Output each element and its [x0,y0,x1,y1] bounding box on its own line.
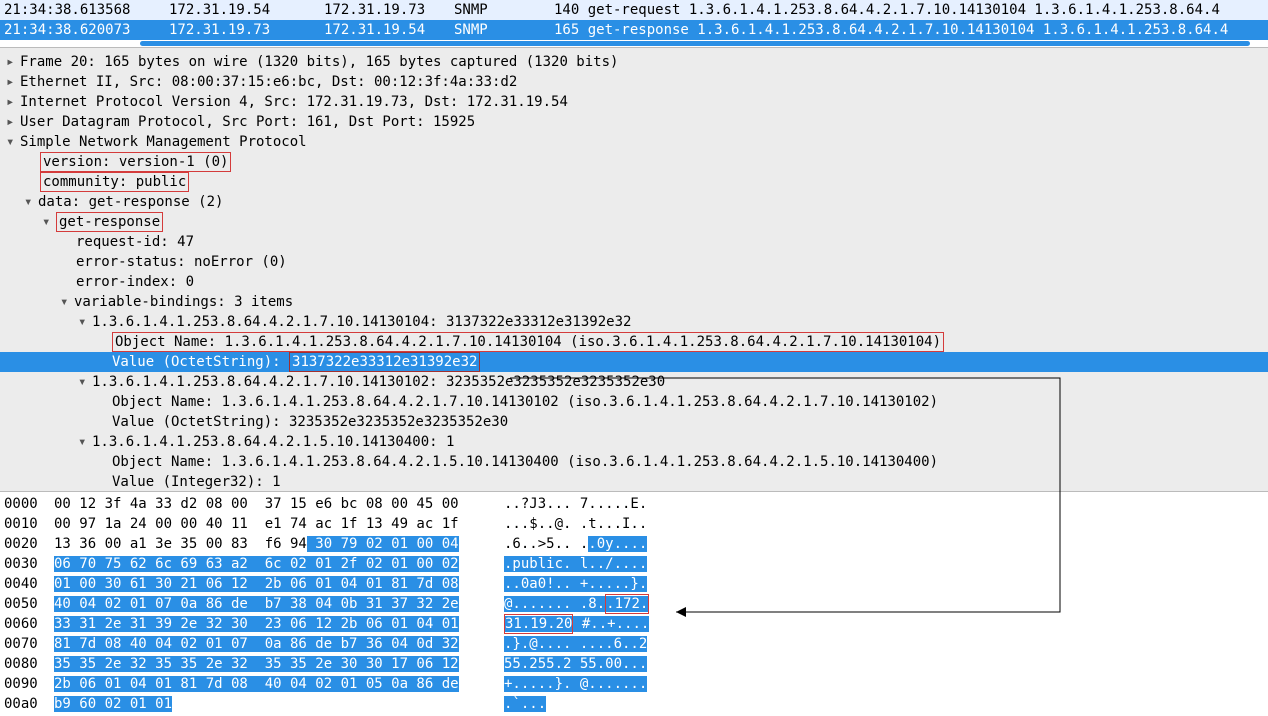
col-dst: 172.31.19.73 [320,0,450,20]
hex-bytes: 40 04 02 01 07 0a 86 de b7 38 04 0b 31 3… [54,594,504,614]
tree-vb2[interactable]: ▾1.3.6.1.4.1.253.8.64.4.2.1.7.10.1413010… [0,372,1268,392]
packet-row-selected[interactable]: 21:34:38.620073 172.31.19.73 172.31.19.5… [0,20,1268,40]
hex-bytes: 2b 06 01 04 01 81 7d 08 40 04 02 01 05 0… [54,674,504,694]
tree-vb3-name[interactable]: Object Name: 1.3.6.1.4.1.253.8.64.4.2.1.… [0,452,1268,472]
hex-dump[interactable]: 000000 12 3f 4a 33 d2 08 00 37 15 e6 bc … [0,492,1268,714]
tree-snmp[interactable]: ▾Simple Network Management Protocol [0,132,1268,152]
hex-row[interactable]: 002013 36 00 a1 3e 35 00 83 f6 94 30 79 … [4,534,1268,554]
chevron-down-icon: ▾ [6,132,20,152]
hex-row[interactable]: 001000 97 1a 24 00 00 40 11 e1 74 ac 1f … [4,514,1268,534]
chevron-down-icon: ▾ [78,432,92,452]
tree-ethernet[interactable]: ▸Ethernet II, Src: 08:00:37:15:e6:bc, Ds… [0,72,1268,92]
hex-row[interactable]: 006033 31 2e 31 39 2e 32 30 23 06 12 2b … [4,614,1268,634]
hex-offset: 0040 [4,574,54,594]
tree-error-index[interactable]: error-index: 0 [0,272,1268,292]
hex-bytes: b9 60 02 01 01 [54,694,504,714]
hex-ascii: +.....}. @....... [504,674,674,694]
hex-ascii: .}.@.... ....6..2 [504,634,674,654]
chevron-down-icon: ▾ [24,192,38,212]
hex-offset: 0070 [4,634,54,654]
hex-ascii: ...$..@. .t...I.. [504,514,674,534]
hex-ascii: .public. l../.... [504,554,674,574]
hex-bytes: 00 97 1a 24 00 00 40 11 e1 74 ac 1f 13 4… [54,514,504,534]
tree-request-id[interactable]: request-id: 47 [0,232,1268,252]
hex-ascii: 31.19.20 #..+.... [504,614,674,634]
col-info: 165 get-response 1.3.6.1.4.1.253.8.64.4.… [550,20,1268,40]
chevron-right-icon: ▸ [6,112,20,132]
tree-error-status[interactable]: error-status: noError (0) [0,252,1268,272]
hex-offset: 0010 [4,514,54,534]
col-proto: SNMP [450,0,550,20]
packet-list[interactable]: 21:34:38.613568 172.31.19.54 172.31.19.7… [0,0,1268,40]
hex-row[interactable]: 008035 35 2e 32 35 35 2e 32 35 35 2e 30 … [4,654,1268,674]
col-dst: 172.31.19.54 [320,20,450,40]
tree-vb2-value[interactable]: Value (OctetString): 3235352e3235352e323… [0,412,1268,432]
hex-offset: 0000 [4,494,54,514]
hex-offset: 0090 [4,674,54,694]
chevron-right-icon: ▸ [6,52,20,72]
hex-row[interactable]: 007081 7d 08 40 04 02 01 07 0a 86 de b7 … [4,634,1268,654]
hex-bytes: 35 35 2e 32 35 35 2e 32 35 35 2e 30 30 1… [54,654,504,674]
hex-bytes: 00 12 3f 4a 33 d2 08 00 37 15 e6 bc 08 0… [54,494,504,514]
chevron-down-icon: ▾ [78,312,92,332]
hex-ascii: 55.255.2 55.00... [504,654,674,674]
tree-vb1-value-selected[interactable]: Value (OctetString): 3137322e33312e31392… [0,352,1268,372]
packet-row[interactable]: 21:34:38.613568 172.31.19.54 172.31.19.7… [0,0,1268,20]
tree-vb3-value[interactable]: Value (Integer32): 1 [0,472,1268,492]
hex-bytes: 33 31 2e 31 39 2e 32 30 23 06 12 2b 06 0… [54,614,504,634]
hex-row[interactable]: 00902b 06 01 04 01 81 7d 08 40 04 02 01 … [4,674,1268,694]
hex-ascii: ..?J3... 7.....E. [504,494,674,514]
hex-bytes: 01 00 30 61 30 21 06 12 2b 06 01 04 01 8… [54,574,504,594]
tree-frame[interactable]: ▸Frame 20: 165 bytes on wire (1320 bits)… [0,52,1268,72]
col-info: 140 get-request 1.3.6.1.4.1.253.8.64.4.2… [550,0,1268,20]
hex-row[interactable]: 005040 04 02 01 07 0a 86 de b7 38 04 0b … [4,594,1268,614]
col-proto: SNMP [450,20,550,40]
col-src: 172.31.19.73 [165,20,320,40]
tree-data[interactable]: ▾data: get-response (2) [0,192,1268,212]
tree-vb3[interactable]: ▾1.3.6.1.4.1.253.8.64.4.2.1.5.10.1413040… [0,432,1268,452]
col-src: 172.31.19.54 [165,0,320,20]
chevron-down-icon: ▾ [42,212,56,232]
hex-bytes: 81 7d 08 40 04 02 01 07 0a 86 de b7 36 0… [54,634,504,654]
col-time: 21:34:38.620073 [0,20,165,40]
chevron-right-icon: ▸ [6,92,20,112]
hex-offset: 0080 [4,654,54,674]
hex-bytes: 06 70 75 62 6c 69 63 a2 6c 02 01 2f 02 0… [54,554,504,574]
tree-version[interactable]: version: version-1 (0) [0,152,1268,172]
hex-offset: 0030 [4,554,54,574]
scroll-indicator[interactable] [0,40,1268,47]
packet-details[interactable]: ▸Frame 20: 165 bytes on wire (1320 bits)… [0,47,1268,492]
chevron-right-icon: ▸ [6,72,20,92]
tree-getresponse[interactable]: ▾get-response [0,212,1268,232]
hex-bytes: 13 36 00 a1 3e 35 00 83 f6 94 30 79 02 0… [54,534,504,554]
chevron-down-icon: ▾ [60,292,74,312]
tree-varbindings[interactable]: ▾variable-bindings: 3 items [0,292,1268,312]
hex-offset: 00a0 [4,694,54,714]
hex-offset: 0020 [4,534,54,554]
hex-ascii: ..0a0!.. +.....}. [504,574,674,594]
hex-offset: 0060 [4,614,54,634]
tree-vb1-name[interactable]: Object Name: 1.3.6.1.4.1.253.8.64.4.2.1.… [0,332,1268,352]
hex-offset: 0050 [4,594,54,614]
hex-row[interactable]: 000000 12 3f 4a 33 d2 08 00 37 15 e6 bc … [4,494,1268,514]
hex-row[interactable]: 004001 00 30 61 30 21 06 12 2b 06 01 04 … [4,574,1268,594]
hex-ascii: .6..>5.. ..0y.... [504,534,674,554]
col-time: 21:34:38.613568 [0,0,165,20]
hex-row[interactable]: 00a0b9 60 02 01 01.`... [4,694,1268,714]
tree-ip[interactable]: ▸Internet Protocol Version 4, Src: 172.3… [0,92,1268,112]
tree-vb1[interactable]: ▾1.3.6.1.4.1.253.8.64.4.2.1.7.10.1413010… [0,312,1268,332]
tree-vb2-name[interactable]: Object Name: 1.3.6.1.4.1.253.8.64.4.2.1.… [0,392,1268,412]
hex-ascii: @....... .8..172. [504,594,674,614]
chevron-down-icon: ▾ [78,372,92,392]
tree-community[interactable]: community: public [0,172,1268,192]
hex-row[interactable]: 003006 70 75 62 6c 69 63 a2 6c 02 01 2f … [4,554,1268,574]
tree-udp[interactable]: ▸User Datagram Protocol, Src Port: 161, … [0,112,1268,132]
hex-ascii: .`... [504,694,674,714]
